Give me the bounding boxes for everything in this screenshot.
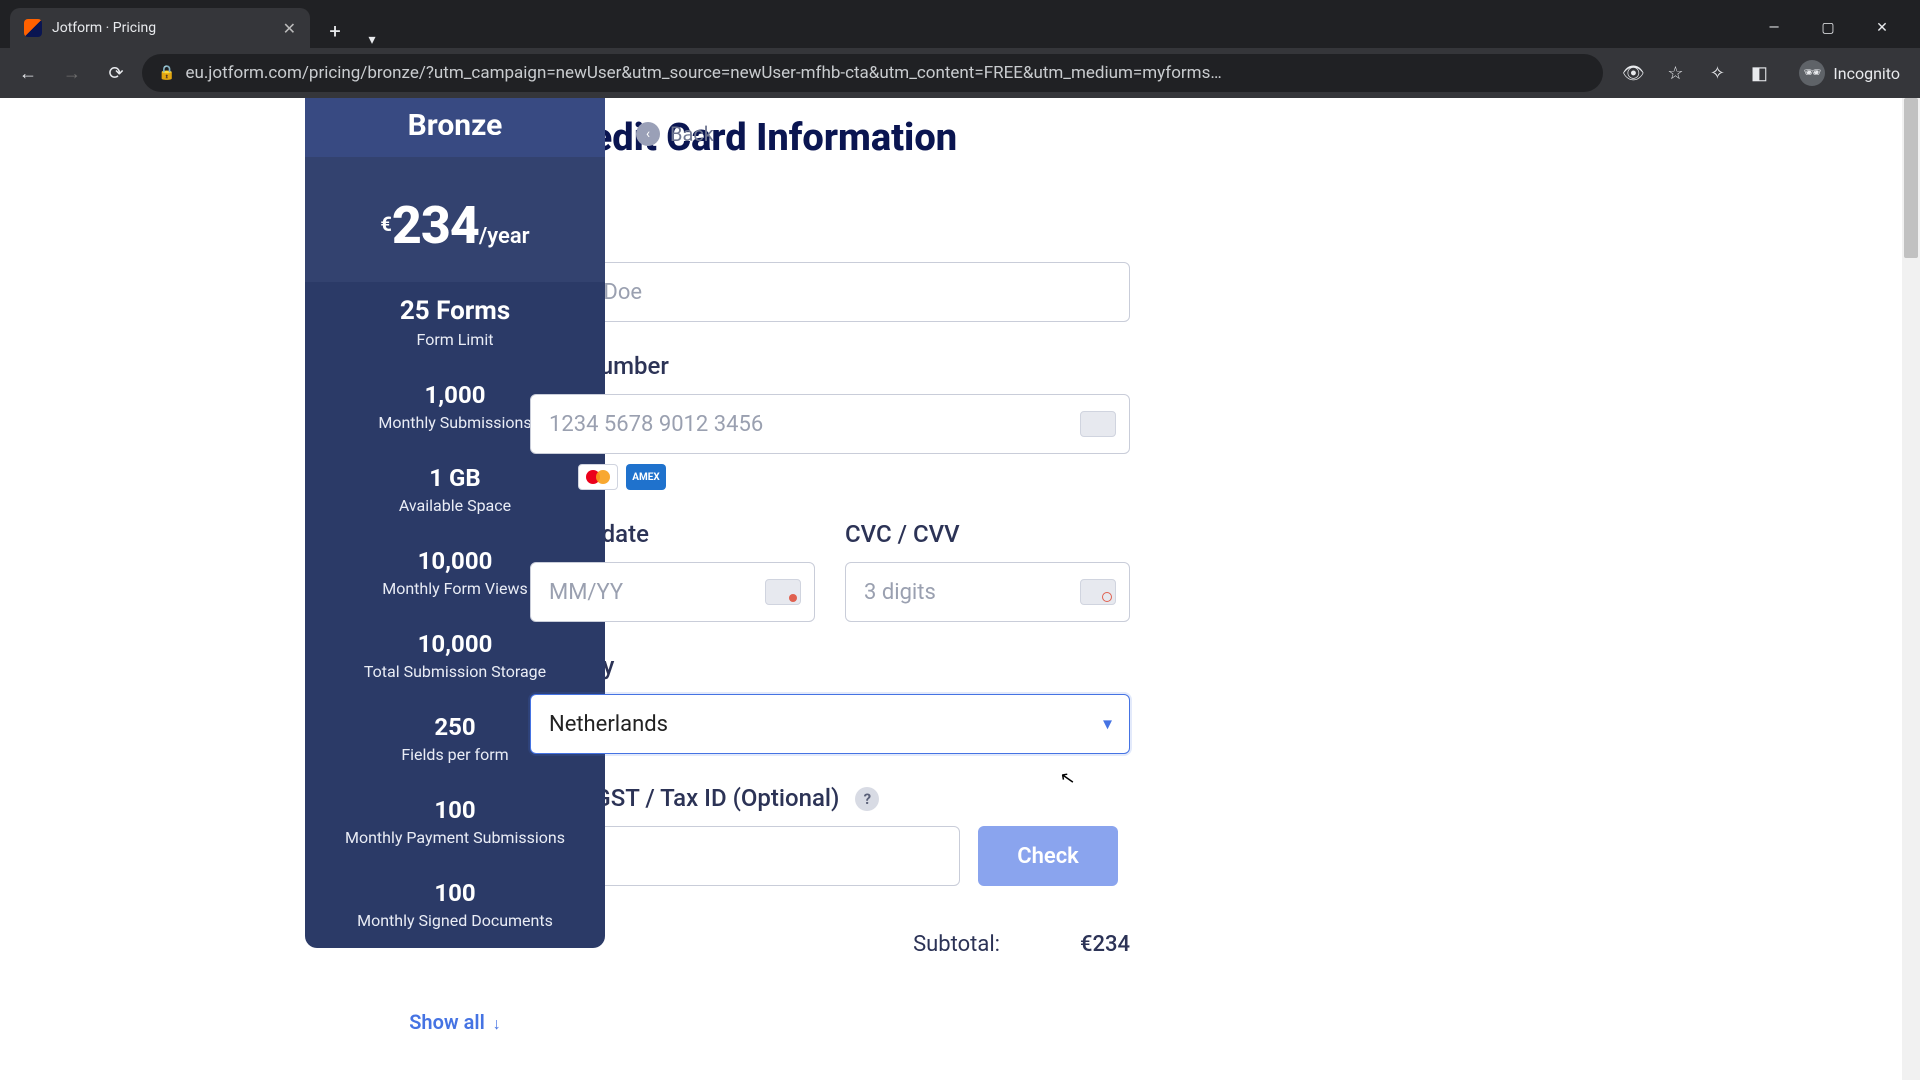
scrollbar-thumb[interactable] [1904,98,1918,258]
cvc-card-icon [1080,579,1116,605]
tab-title: Jotform · Pricing [52,20,156,36]
extensions-icon[interactable]: ✧ [1703,63,1731,84]
eye-off-icon[interactable]: 👁 [1619,63,1647,84]
feature-label: Form Limit [315,330,595,349]
feature-value: 1 GB [315,464,595,492]
plan-card: Bronze €234/year 25 Forms Form Limit 1,0… [305,98,605,948]
subtotal-value: €234 [1040,932,1130,957]
plan-feature: 100 Monthly Signed Documents [305,865,605,948]
name-input[interactable] [530,262,1130,322]
feature-value: 100 [315,879,595,907]
side-panel-icon[interactable]: ◧ [1745,63,1773,84]
country-select[interactable] [530,694,1130,754]
close-tab-icon[interactable]: ✕ [283,19,296,38]
cvc-label: CVC / CVV [845,520,1130,548]
reload-button[interactable]: ⟳ [98,55,134,91]
vat-field-group: VAT / GST / Tax ID (Optional) ? Check [530,784,1130,886]
url-field[interactable]: 🔒 eu.jotform.com/pricing/bronze/?utm_cam… [142,54,1603,92]
close-window-button[interactable]: ✕ [1862,20,1902,36]
currency: € [380,212,391,236]
amex-icon: AMEX [626,464,666,490]
plan-price: €234/year [305,157,605,282]
feature-label: Monthly Signed Documents [315,911,595,930]
feature-label: Monthly Payment Submissions [315,828,595,847]
toolbar-icons: 👁 ☆ ✧ ◧ [1611,63,1781,84]
back-label: Back [670,122,714,146]
subtotal-label: Subtotal: [913,932,1000,957]
back-link[interactable]: ‹ Back [636,122,714,146]
maximize-button[interactable]: ▢ [1808,20,1848,36]
country-label: Country [530,652,1130,680]
window-controls: ― ▢ ✕ [1736,8,1920,48]
expiry-cvc-row: Expiry date CVC / CVV [530,520,1130,622]
chevron-left-icon: ‹ [636,122,660,146]
browser-tab[interactable]: Jotform · Pricing ✕ [10,8,310,48]
mastercard-icon [578,464,618,490]
cvc-field-group: CVC / CVV [845,520,1130,622]
minimize-button[interactable]: ― [1754,20,1794,36]
back-button[interactable]: ← [10,55,46,91]
tab-search-icon[interactable]: ▾ [352,32,392,48]
card-brands: VISA AMEX [530,464,1130,490]
totals: Subtotal: €234 [530,926,1130,963]
card-icon [1080,411,1116,437]
plan-feature: 10,000 Total Submission Storage [305,616,605,699]
plan-feature: 100 Monthly Payment Submissions [305,782,605,865]
plan-feature: 25 Forms Form Limit [305,282,605,367]
feature-label: Available Space [315,496,595,515]
show-all-link[interactable]: Show all ↓ [305,988,605,1034]
lock-icon: 🔒 [158,65,175,81]
incognito-label: Incognito [1833,64,1900,83]
scrollbar[interactable]: ▲ [1902,98,1920,1080]
calendar-card-icon [765,579,801,605]
subtotal-row: Subtotal: €234 [530,926,1130,963]
new-tab-button[interactable]: + [318,14,352,48]
country-field-group: Country ▾ [530,652,1130,754]
price-amount: 234 [392,195,479,256]
price-period: /year [479,224,530,249]
incognito-indicator[interactable]: 🕶 Incognito [1789,60,1910,86]
card-number-input[interactable] [530,394,1130,454]
plan-name: Bronze [305,108,605,143]
tab-bar: Jotform · Pricing ✕ + ▾ ― ▢ ✕ [0,0,1920,48]
feature-value: 25 Forms [315,296,595,326]
card-label: Card number [530,352,1130,380]
plan-header: Bronze [305,98,605,157]
incognito-icon: 🕶 [1799,60,1825,86]
vat-label: VAT / GST / Tax ID (Optional) ? [530,784,1130,812]
name-label: Name [530,220,1130,248]
feature-label: Total Submission Storage [315,662,595,681]
jotform-favicon-icon [24,19,42,37]
help-icon[interactable]: ? [855,787,879,811]
feature-value: 100 [315,796,595,824]
url-text: eu.jotform.com/pricing/bronze/?utm_campa… [185,63,1221,83]
check-button[interactable]: Check [978,826,1118,886]
arrow-down-icon: ↓ [493,1014,501,1033]
browser-chrome: Jotform · Pricing ✕ + ▾ ― ▢ ✕ ← → ⟳ 🔒 eu… [0,0,1920,98]
card-field-group: Card number VISA AMEX [530,352,1130,490]
feature-value: 10,000 [315,630,595,658]
forward-button: → [54,55,90,91]
show-all-label: Show all [409,1010,485,1034]
bookmark-icon[interactable]: ☆ [1661,63,1689,84]
plan-feature: 1 GB Available Space [305,450,605,533]
name-field-group: Name [530,220,1130,322]
page-viewport: Bronze €234/year 25 Forms Form Limit 1,0… [0,98,1920,1080]
address-bar: ← → ⟳ 🔒 eu.jotform.com/pricing/bronze/?u… [0,48,1920,98]
